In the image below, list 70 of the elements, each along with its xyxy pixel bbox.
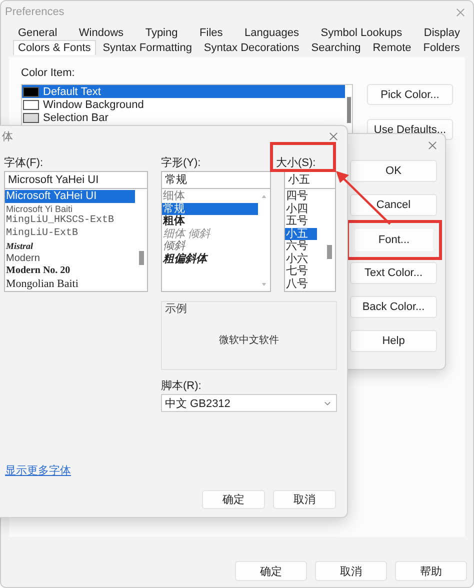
close-icon[interactable] — [456, 8, 465, 17]
list-item[interactable]: Microsoft YaHei UI — [5, 190, 135, 202]
dialog-button[interactable]: Back Color... — [350, 296, 437, 318]
input-field[interactable]: 常规 — [161, 171, 271, 189]
close-icon[interactable] — [428, 141, 437, 150]
color-item[interactable]: Selection Bar — [22, 111, 345, 124]
tab[interactable]: Typing — [140, 25, 183, 40]
field-label: 字体(F): — [4, 156, 44, 171]
scroll-down-icon[interactable] — [261, 282, 267, 287]
window-title: 体 — [2, 130, 13, 144]
list-item[interactable]: 七号 — [285, 265, 317, 278]
tab[interactable]: Syntax Decorations — [198, 40, 304, 55]
tab[interactable]: Syntax Formatting — [98, 40, 197, 55]
scroll-up-icon[interactable] — [261, 194, 267, 199]
dialog-button[interactable]: 确定 — [202, 490, 265, 509]
group-label: 示例 — [165, 302, 187, 316]
tab[interactable]: Colors & Fonts — [13, 40, 96, 55]
list-item[interactable]: Mistral — [5, 240, 135, 252]
dialog-button[interactable]: 确定 — [235, 561, 307, 581]
dialog-button[interactable]: OK — [350, 160, 437, 182]
field-label: 脚本(R): — [161, 379, 202, 394]
tab[interactable]: Display — [418, 25, 465, 40]
list-item[interactable]: 粗偏斜体 — [162, 252, 258, 265]
color-item[interactable]: Window Background — [22, 98, 345, 111]
tab[interactable]: Folders — [418, 40, 465, 55]
color-item[interactable]: Default Text — [22, 85, 345, 98]
tab[interactable]: Searching — [306, 40, 366, 55]
tab[interactable]: Remote — [368, 40, 416, 55]
color-item-label: Color Item: — [21, 67, 76, 79]
list-item[interactable]: 细体 — [162, 190, 258, 202]
dialog-button[interactable]: Font... — [346, 220, 442, 260]
list-item[interactable]: 倾斜 — [162, 240, 258, 252]
window-title: Preferences — [5, 6, 64, 18]
list-item[interactable]: Microsoft Yi Baiti — [5, 202, 135, 215]
list-item[interactable]: 常规 — [162, 202, 258, 215]
list-item[interactable]: Modern — [5, 252, 135, 265]
list-item[interactable]: 小五 — [285, 228, 317, 240]
list-item[interactable]: 粗体 — [162, 215, 258, 228]
dialog-button[interactable]: 帮助 — [395, 561, 467, 581]
list-item[interactable]: 细体 倾斜 — [162, 228, 258, 240]
input-field[interactable]: Microsoft YaHei UI — [4, 171, 148, 189]
tab[interactable]: Symbol Lookups — [316, 25, 408, 40]
dialog-button[interactable]: Text Color... — [350, 262, 437, 284]
sample-text: 微软中文软件 — [219, 334, 279, 346]
tab[interactable]: Windows — [74, 25, 129, 40]
dialog-button[interactable]: 取消 — [273, 490, 336, 509]
dialog-button[interactable]: Cancel — [350, 194, 437, 216]
list-item[interactable]: 小六 — [285, 252, 317, 265]
list-item[interactable]: 五号 — [285, 215, 317, 228]
chevron-down-icon — [324, 400, 331, 406]
script-dropdown[interactable]: 中文 GB2312 — [161, 394, 337, 412]
list-item[interactable]: Modern No. 20 — [5, 265, 135, 278]
list-item[interactable]: 六号 — [285, 240, 317, 252]
list-item[interactable]: 小四 — [285, 202, 317, 215]
tab[interactable]: General — [13, 25, 62, 40]
close-icon[interactable] — [329, 132, 338, 141]
field-label: 字形(Y): — [161, 156, 202, 171]
dialog-button[interactable]: 取消 — [315, 561, 387, 581]
list-item[interactable]: MingLiU_HKSCS-ExtB — [5, 215, 135, 228]
dialog-button[interactable]: Help — [350, 330, 437, 352]
field-label: 大小(S): — [270, 142, 336, 172]
list-item[interactable]: Mongolian Baiti — [5, 278, 135, 290]
list-item[interactable]: 八号 — [285, 278, 317, 290]
tab[interactable]: Files — [194, 25, 228, 40]
list-item[interactable]: 四号 — [285, 190, 317, 202]
input-field[interactable]: 小五 — [284, 171, 336, 189]
list-item[interactable]: MingLiU-ExtB — [5, 228, 135, 240]
tab[interactable]: Languages — [240, 25, 304, 40]
more-fonts-link[interactable]: 显示更多字体 — [5, 463, 71, 478]
side-button[interactable]: Pick Color... — [367, 84, 453, 105]
